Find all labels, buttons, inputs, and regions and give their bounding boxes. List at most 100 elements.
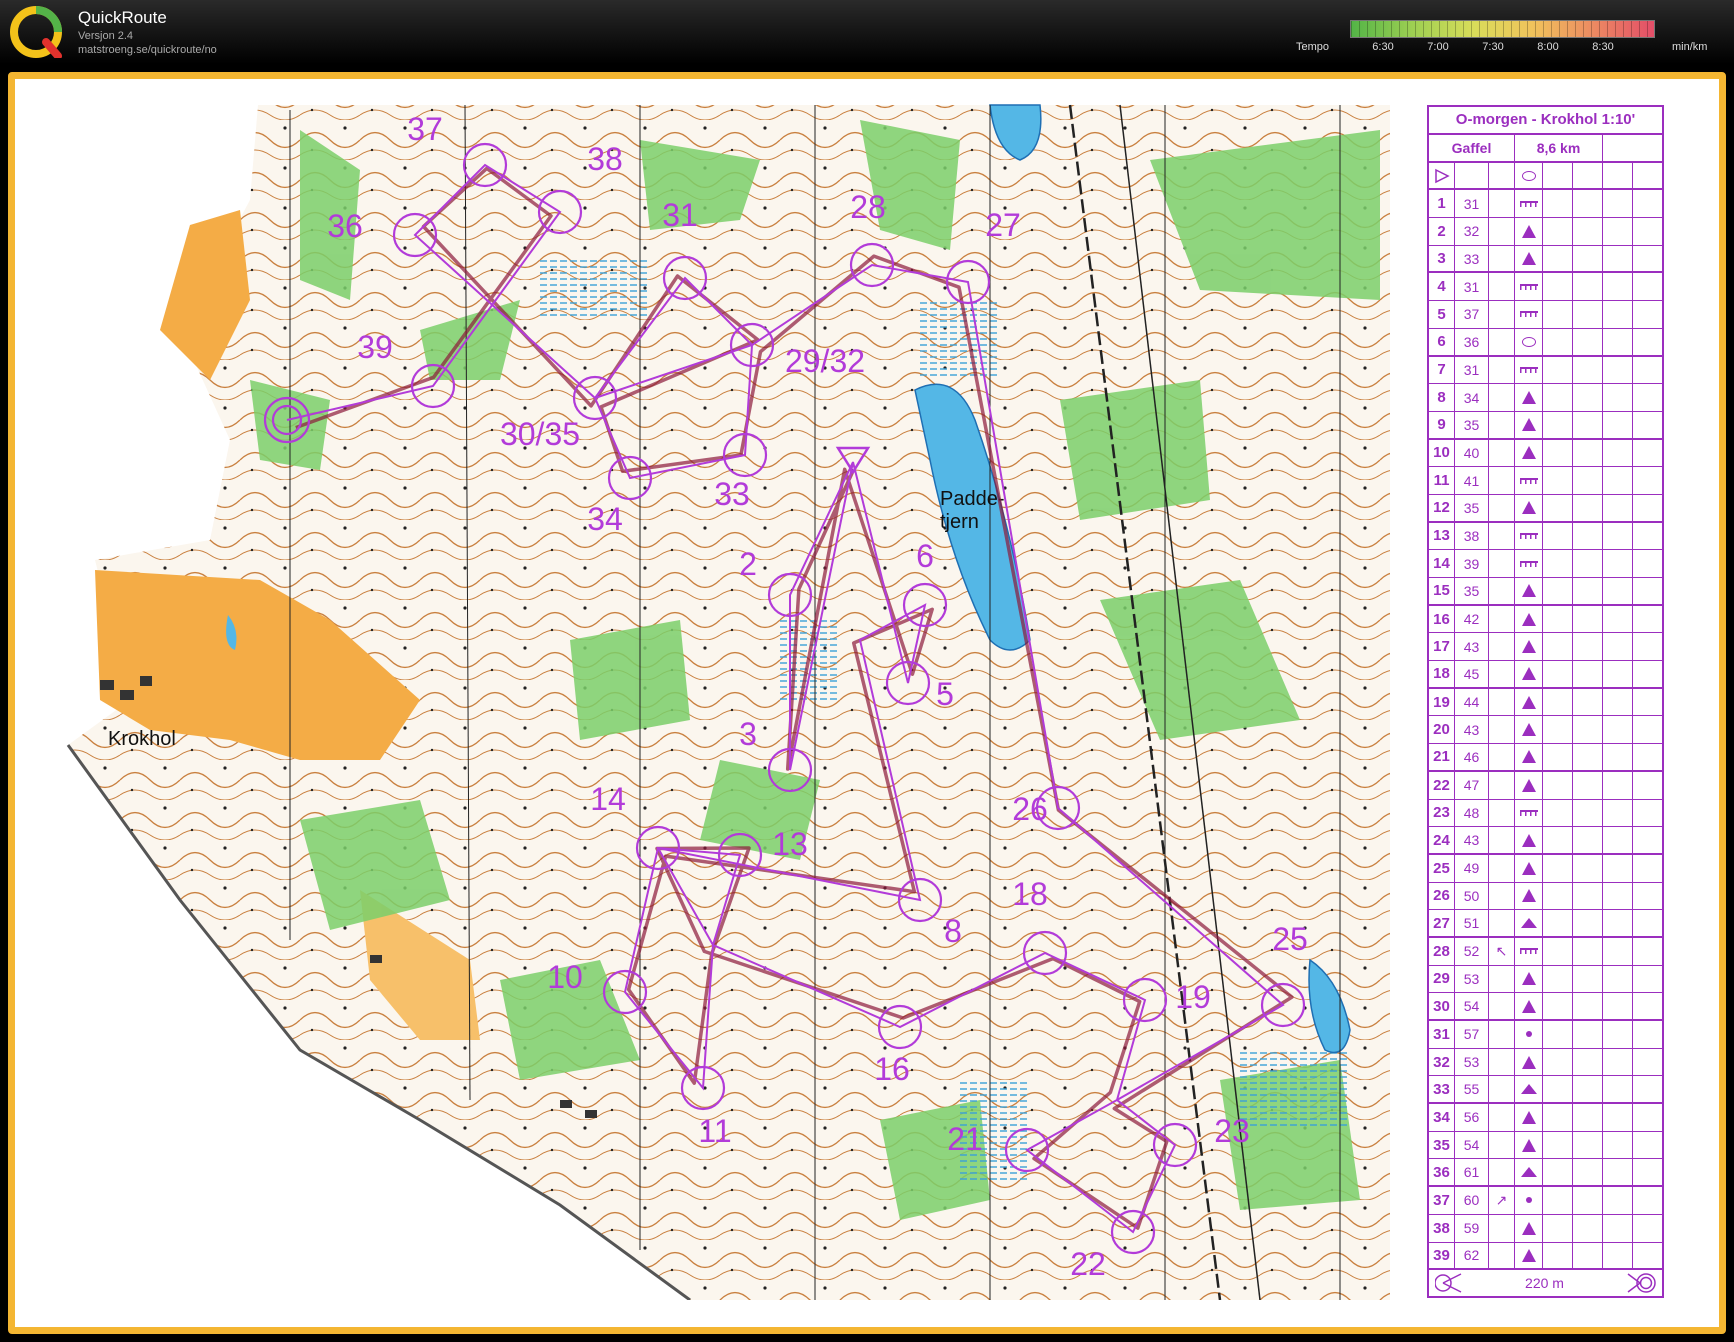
control-code: 44 (1455, 688, 1489, 716)
finish-row: 220 m (1429, 1270, 1662, 1296)
control-code: 50 (1455, 882, 1489, 910)
control-seq-number: 23 (1429, 799, 1455, 827)
control-seq-number: 21 (1429, 744, 1455, 770)
control-row: 2 32 (1429, 218, 1662, 246)
control-row: 32 53 (1429, 1048, 1662, 1077)
control-seq-number: 7 (1429, 356, 1455, 384)
ditch-icon (1515, 550, 1543, 577)
control-code: 39 (1455, 550, 1489, 577)
control-code: 43 (1455, 633, 1489, 661)
control-code: 31 (1455, 273, 1489, 301)
control-number: 31 (662, 197, 698, 233)
ditch-icon (1515, 356, 1543, 384)
direction-arrow-icon: ↖ (1489, 937, 1515, 965)
control-row: 28 52 ↖ (1429, 937, 1662, 966)
control-code: 38 (1455, 522, 1489, 550)
start-symbol-icon (1429, 162, 1455, 189)
control-number: 27 (985, 207, 1021, 243)
control-seq-number: 30 (1429, 993, 1455, 1019)
control-number: 8 (944, 913, 962, 949)
orienteering-map[interactable]: Krokhol Padde- tjern 373836 31 28 2739 29/32… (60, 100, 1390, 1300)
control-row: 14 39 (1429, 550, 1662, 578)
app-url[interactable]: matstroeng.se/quickroute/no (78, 44, 217, 56)
app-version: Versjon 2.4 (78, 30, 134, 42)
control-row: 20 43 (1429, 716, 1662, 745)
control-seq-number: 11 (1429, 467, 1455, 494)
control-number: 13 (772, 826, 808, 862)
control-code: 53 (1455, 1048, 1489, 1076)
control-number: 33 (714, 476, 750, 512)
control-row: 17 43 (1429, 633, 1662, 662)
quickroute-logo-icon (10, 6, 62, 58)
ditch-icon (1515, 522, 1543, 550)
control-row: 11 41 (1429, 467, 1662, 495)
control-seq-number: 25 (1429, 854, 1455, 882)
control-row: 16 42 (1429, 605, 1662, 634)
oval-icon (1515, 162, 1543, 189)
tempo-tick: 7:00 (1427, 41, 1449, 53)
control-number: 23 (1214, 1113, 1250, 1149)
knoll-icon (1515, 494, 1543, 521)
control-seq-number: 32 (1429, 1048, 1455, 1076)
control-row: 25 49 (1429, 854, 1662, 883)
place-name-krokhol: Krokhol (108, 728, 176, 750)
control-row: 38 59 (1429, 1214, 1662, 1243)
control-seq-number: 26 (1429, 882, 1455, 910)
control-row: 7 31 (1429, 356, 1662, 385)
control-code: 60 (1455, 1187, 1489, 1214)
control-row: 22 47 (1429, 771, 1662, 800)
knoll-icon (1515, 827, 1543, 853)
knoll-icon (1515, 661, 1543, 687)
control-row: 26 50 (1429, 882, 1662, 911)
control-seq-number: 34 (1429, 1104, 1455, 1131)
control-number: 18 (1012, 876, 1048, 912)
ditch-icon (1515, 273, 1543, 301)
knoll-icon (1515, 854, 1543, 882)
knoll2-icon (1515, 910, 1543, 936)
control-number: 19 (1175, 979, 1211, 1015)
finish-circle-icon (1627, 1273, 1656, 1293)
knoll-icon (1515, 993, 1543, 1019)
control-code: 32 (1455, 218, 1489, 245)
control-number: 5 (936, 676, 954, 712)
control-row: 6 36 (1429, 328, 1662, 357)
knoll-icon (1515, 218, 1543, 245)
control-row: 10 40 (1429, 439, 1662, 468)
control-row: 39 62 (1429, 1242, 1662, 1271)
knoll-icon (1515, 1242, 1543, 1269)
control-seq-number: 17 (1429, 633, 1455, 661)
control-seq-number: 37 (1429, 1187, 1455, 1214)
control-code: 46 (1455, 744, 1489, 770)
control-code: 62 (1455, 1242, 1489, 1269)
finish-arrow-icon (1435, 1273, 1462, 1293)
control-seq-number: 20 (1429, 716, 1455, 744)
control-code: 35 (1455, 411, 1489, 438)
knoll2-icon (1515, 1159, 1543, 1186)
control-seq-number: 5 (1429, 301, 1455, 328)
control-code: 45 (1455, 661, 1489, 687)
control-code: 55 (1455, 1076, 1489, 1103)
control-code: 34 (1455, 384, 1489, 411)
knoll2-icon (1515, 1076, 1543, 1103)
start-row (1429, 162, 1662, 191)
tempo-tick: 8:30 (1592, 41, 1614, 53)
control-rows: 1 31 2 32 3 33 4 31 5 37 6 36 7 31 8 34 9 35 10 40 11 41 12 35 1… (1429, 190, 1662, 1271)
control-row: 23 48 (1429, 799, 1662, 828)
knoll-icon (1515, 688, 1543, 716)
control-code: 33 (1455, 245, 1489, 272)
control-seq-number: 18 (1429, 661, 1455, 687)
knoll-icon (1515, 1104, 1543, 1131)
control-code: 43 (1455, 716, 1489, 744)
tempo-tick: 8:00 (1537, 41, 1559, 53)
control-code: 40 (1455, 439, 1489, 467)
ditch-icon (1515, 301, 1543, 328)
control-number: 26 (1012, 791, 1048, 827)
ditch-icon (1515, 799, 1543, 827)
knoll-icon (1515, 384, 1543, 411)
control-seq-number: 29 (1429, 965, 1455, 993)
control-code: 54 (1455, 1131, 1489, 1159)
control-seq-number: 38 (1429, 1214, 1455, 1242)
knoll-icon (1515, 1048, 1543, 1076)
control-code: 53 (1455, 965, 1489, 993)
control-description-sheet: O-morgen - Krokhol 1:10' Gaffel 8,6 km 1… (1427, 105, 1664, 1299)
